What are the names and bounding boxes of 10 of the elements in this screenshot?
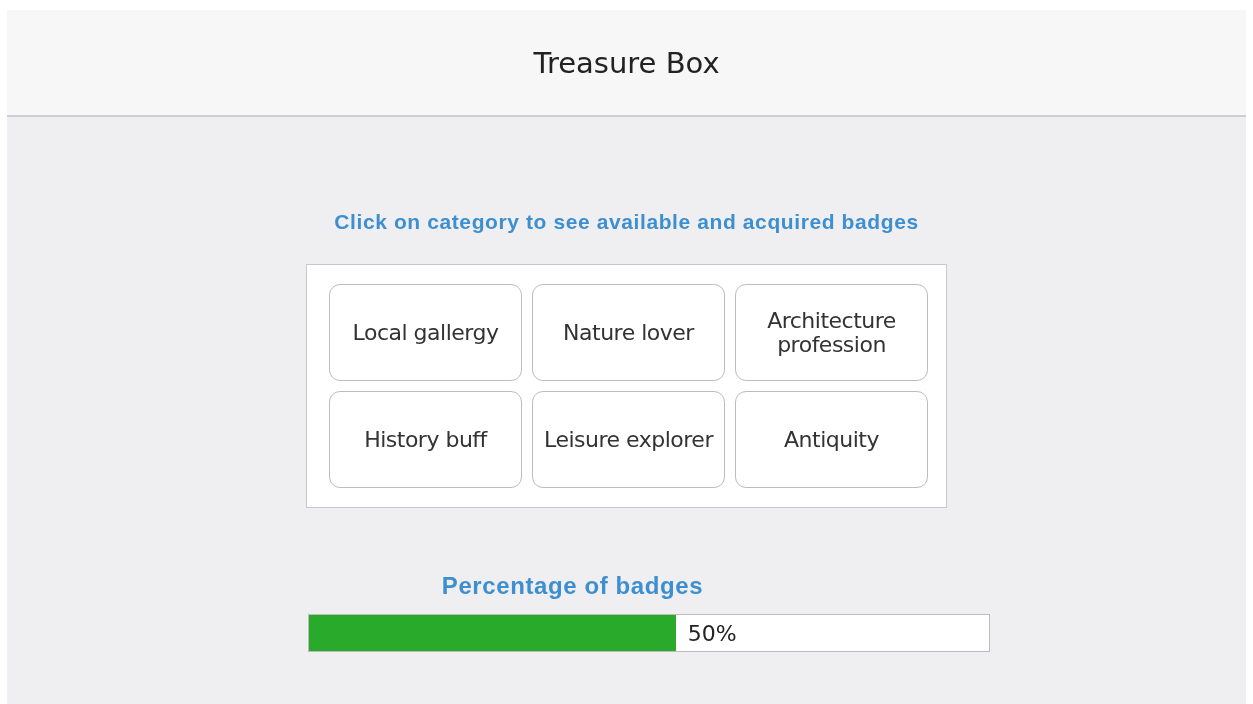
instruction-text: Click on category to see available and acquired badges: [334, 210, 919, 234]
progress-label: Percentage of badges: [441, 572, 704, 600]
progress-reading: 50%: [687, 620, 737, 646]
category-button[interactable]: Nature lover: [532, 284, 725, 381]
category-button[interactable]: Antiquity: [735, 391, 928, 488]
category-button[interactable]: Architecture profession: [735, 284, 928, 381]
category-button[interactable]: History buff: [329, 391, 522, 488]
page-title: Treasure Box: [533, 45, 720, 80]
category-button[interactable]: Leisure explorer: [532, 391, 725, 488]
category-button[interactable]: Local gallergy: [329, 284, 522, 381]
